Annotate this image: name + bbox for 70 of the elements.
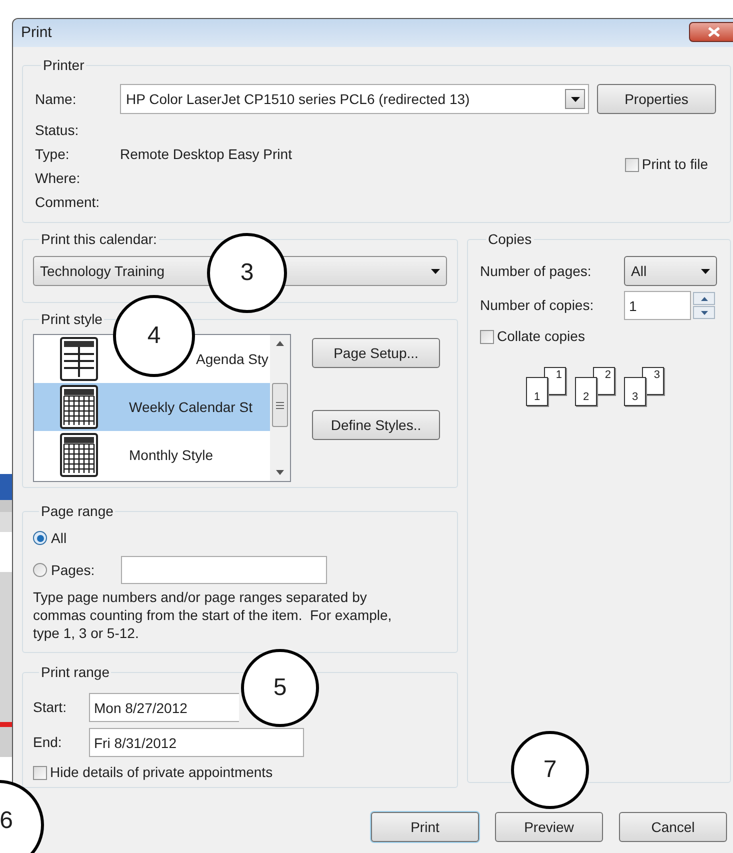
radio-label: Pages: [51,560,96,580]
item-label: Agenda Sty [196,350,268,369]
calendar-style-icon [60,433,98,477]
page-number: 3 [654,368,660,383]
page-number: 1 [534,391,540,403]
page-number: 1 [556,368,562,383]
group-title: Copies [487,230,533,249]
hint-text: Type page numbers and/or page ranges separated by commas counting from the start of the item. For example, type 1, 3 or 5-12. [33,588,393,642]
scroll-up-icon[interactable] [276,341,284,346]
checkbox[interactable] [624,158,639,172]
dropdown-value: Technology Training [40,262,165,281]
field-label: End: [33,733,63,752]
page-number: 2 [604,368,611,383]
field-label: Type: [35,144,70,164]
field-label: Start: [33,698,68,717]
dropdown-value: All [631,262,648,280]
scrollbar-thumb[interactable] [272,383,288,427]
dialog-button[interactable]: Cancel [619,812,727,842]
group-title: Page range [40,502,114,521]
dialog-button[interactable]: Print [371,812,479,842]
field-label: Name: [35,90,78,108]
field-value: Remote Desktop Easy Print [120,144,292,164]
style-button[interactable]: Page Setup... [312,338,440,368]
checkbox-label: Hide details of private appointments [50,763,273,782]
radio-label: All [51,528,68,548]
up-arrow-icon [700,296,708,300]
grip-icon [276,402,284,408]
down-arrow-icon [700,310,708,314]
pages-dropdown[interactable]: All [624,256,717,286]
field-label: Comment: [35,192,101,212]
item-label: Weekly Calendar St [129,398,252,417]
field-label: Number of pages: [480,262,592,281]
checkbox[interactable] [33,766,47,780]
spin-up-button[interactable] [693,292,715,305]
group-title: Print range [40,663,110,682]
style-button[interactable]: Define Styles.. [312,410,440,440]
pages-input-field[interactable] [121,556,327,584]
scroll-down-icon[interactable] [276,470,284,475]
printer-dropdown[interactable]: HP Color LaserJet CP1510 series PCL6 (redirected 13) [120,84,589,114]
checkbox-label: Collate copies [497,327,585,346]
properties-button[interactable]: Properties [597,84,716,114]
end-date-field[interactable]: Fri 8/31/2012 [89,728,304,757]
style-list-item[interactable]: Weekly Calendar St [34,383,270,431]
caret-icon [570,96,580,102]
dropdown-button[interactable] [565,89,585,109]
group-title: Printer [42,56,86,75]
checkbox[interactable] [480,330,494,344]
dialog-button[interactable]: Preview [495,812,603,842]
close-button[interactable] [689,22,733,42]
caret-icon [701,268,710,274]
start-date-field[interactable]: Mon 8/27/2012 [89,693,239,722]
copies-input-field[interactable]: 1 [624,291,691,320]
close-icon [708,27,720,37]
scrollbar[interactable] [270,335,290,481]
field-label: Status: [35,120,80,140]
field-label: Number of copies: [480,296,595,315]
field-label: Where: [35,168,82,188]
spin-down-button[interactable] [693,306,715,319]
dropdown-value: HP Color LaserJet CP1510 series PCL6 (redirected 13) [126,90,471,109]
group-title: Print this calendar: [40,230,158,249]
radio-button[interactable] [33,563,47,577]
page-number: 3 [632,391,638,403]
window-title: Print [21,22,52,43]
calendar-style-icon [60,385,98,429]
item-label: Monthly Style [129,446,214,465]
radio-button[interactable] [33,531,47,545]
page-number: 2 [582,391,590,403]
group-title: Print style [40,310,104,329]
caret-icon [431,268,440,274]
checkbox-label: Print to file [642,155,708,174]
